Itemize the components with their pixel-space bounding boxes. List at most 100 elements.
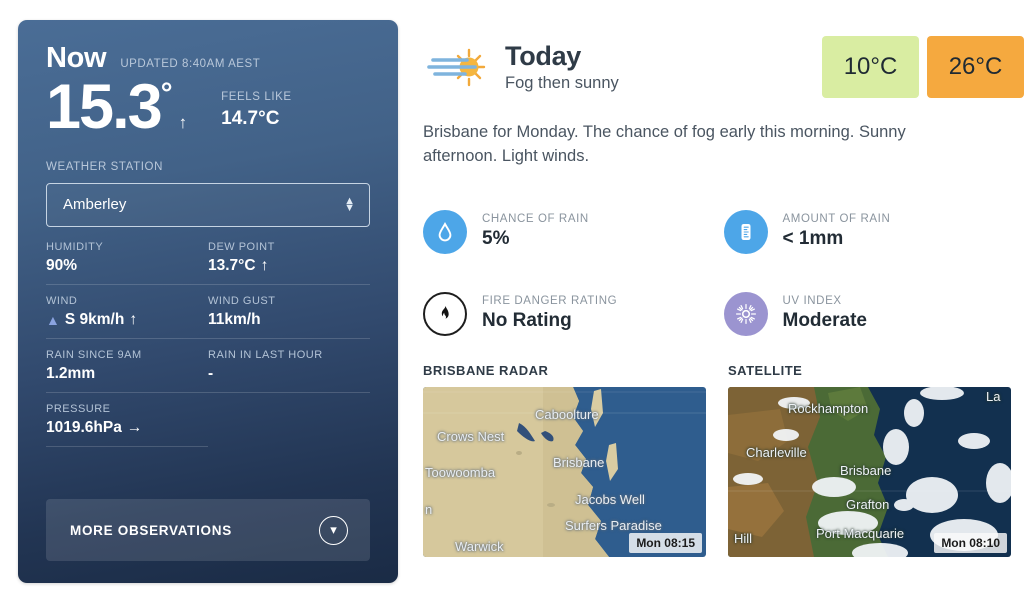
stat-value: 1.2mm — [46, 365, 190, 383]
map-place-label: Toowoomba — [425, 464, 496, 480]
radar-column: BRISBANE RADAR Caboolture Crows Nest Too… — [423, 363, 706, 557]
observation-stats-grid: HUMIDITY 90% DEW POINT 13.7°C ↑ WIND ▲ S… — [46, 241, 370, 457]
map-place-label: Charleville — [746, 444, 807, 460]
tile-value: 5% — [482, 228, 510, 249]
map-place-label: Caboolture — [535, 406, 599, 422]
map-place-label: Port Macquarie — [816, 525, 905, 541]
tile-text: FIRE DANGER RATING No Rating — [482, 295, 617, 332]
now-header: Now UPDATED 8:40AM AEST — [46, 42, 370, 75]
radar-thumbnail[interactable]: Caboolture Crows Nest Toowoomba Brisbane Jac… — [423, 386, 706, 557]
water-drop-icon — [423, 209, 467, 254]
map-thumbnails: BRISBANE RADAR Caboolture Crows Nest Too… — [423, 363, 1024, 557]
map-place-label: n — [425, 501, 433, 517]
stat-row: HUMIDITY 90% DEW POINT 13.7°C ↑ — [46, 241, 370, 295]
stat-value: 13.7°C ↑ — [208, 257, 352, 275]
stat-row: PRESSURE 1019.6hPa → — [46, 403, 370, 457]
tile-text: CHANCE OF RAIN 5% — [482, 213, 589, 250]
satellite-title: SATELLITE — [728, 362, 803, 378]
forecast-titles: Today Fog then sunny — [505, 41, 822, 93]
feels-like-value: 14.7°C — [221, 108, 280, 129]
stat-row: RAIN SINCE 9AM 1.2mm RAIN IN LAST HOUR - — [46, 349, 370, 403]
temperature-value: 15.3 — [46, 72, 163, 142]
stat-number: 1019.6hPa — [46, 418, 122, 436]
temperature-trend-arrow-icon: ↑ — [178, 113, 188, 132]
stat-number: - — [208, 364, 214, 382]
feels-like-label: FEELS LIKE — [221, 91, 292, 103]
stat-wind: WIND ▲ S 9km/h ↑ — [46, 295, 208, 339]
rain-gauge-icon — [723, 209, 768, 254]
forecast-header: Today Fog then sunny 10°C 26°C — [423, 34, 1024, 100]
map-place-label: Warwick — [455, 538, 504, 554]
tile-value: No Rating — [482, 310, 572, 331]
tile-value: Moderate — [782, 310, 867, 331]
now-title: Now — [46, 42, 107, 74]
tile-chance-of-rain: CHANCE OF RAIN 5% — [423, 191, 724, 273]
stat-label: DEW POINT — [208, 240, 275, 253]
stat-label: RAIN SINCE 9AM — [46, 348, 142, 361]
tile-uv-index: UV INDEX Moderate — [723, 273, 1024, 355]
stat-value: 90% — [46, 257, 190, 275]
stat-humidity: HUMIDITY 90% — [46, 241, 208, 285]
stat-number: 11km/h — [208, 310, 261, 328]
radar-title: BRISBANE RADAR — [423, 362, 549, 378]
map-place-label: Brisbane — [553, 454, 605, 470]
min-temp-badge: 10°C — [822, 36, 919, 98]
stat-label: RAIN IN LAST HOUR — [208, 348, 323, 361]
stat-number: 1.2mm — [46, 364, 96, 382]
chevron-down-icon: ▾ — [319, 515, 348, 545]
degree-symbol: ° — [160, 77, 173, 110]
tile-fire-danger-rating: FIRE DANGER RATING No Rating — [423, 273, 724, 355]
weather-station-label: WEATHER STATION — [46, 160, 163, 173]
tile-text: UV INDEX Moderate — [783, 295, 867, 332]
current-temperature-row: 15.3 ° ↑ FEELS LIKE 14.7°C — [46, 72, 370, 142]
stat-label: WIND — [46, 294, 78, 307]
fog-then-sunny-icon — [423, 41, 495, 93]
more-observations-button[interactable]: MORE OBSERVATIONS ▾ — [46, 499, 370, 561]
tile-value: < 1mm — [782, 228, 844, 249]
stat-value: ▲ S 9km/h ↑ — [46, 311, 190, 329]
current-observations-panel: Now UPDATED 8:40AM AEST 15.3 ° ↑ FEELS L… — [18, 20, 398, 583]
map-place-label: Crows Nest — [437, 428, 505, 444]
tile-amount-of-rain: AMOUNT OF RAIN < 1mm — [723, 191, 1024, 273]
map-place-label: Surfers Paradise — [565, 517, 662, 533]
stat-label: WIND GUST — [208, 294, 276, 307]
updated-timestamp: UPDATED 8:40AM AEST — [120, 58, 261, 70]
map-place-label: Jacobs Well — [575, 491, 645, 507]
stat-number: S 9km/h — [64, 310, 125, 328]
uv-sun-icon — [723, 291, 768, 336]
map-place-label: La — [986, 388, 1001, 404]
forecast-description: Brisbane for Monday. The chance of fog e… — [423, 123, 906, 166]
feels-like-block: FEELS LIKE 14.7°C — [221, 91, 292, 130]
stat-number: 13.7°C — [208, 256, 256, 274]
tile-label: CHANCE OF RAIN — [482, 213, 589, 225]
temperature-badges: 10°C 26°C — [822, 36, 1024, 98]
stat-pressure: PRESSURE 1019.6hPa → — [46, 403, 208, 447]
forecast-day-title: Today — [505, 41, 582, 71]
tile-label: UV INDEX — [782, 295, 842, 307]
stat-arrow-icon: ↑ — [260, 256, 269, 274]
select-chevrons-icon: ▲ ▼ — [344, 194, 355, 214]
stat-empty — [208, 403, 370, 457]
stat-value: 1019.6hPa → — [46, 419, 190, 437]
stat-arrow-icon: ↑ — [129, 310, 138, 328]
weather-station-select[interactable]: Amberley ▲ ▼ — [46, 182, 370, 227]
max-temp-badge: 26°C — [927, 36, 1024, 98]
radar-timestamp: Mon 08:15 — [629, 532, 702, 553]
flame-icon — [423, 291, 467, 336]
stat-value: - — [208, 365, 352, 383]
weather-page: Now UPDATED 8:40AM AEST 15.3 ° ↑ FEELS L… — [0, 0, 1024, 608]
stat-label: HUMIDITY — [46, 240, 104, 253]
tile-label: FIRE DANGER RATING — [482, 295, 618, 307]
map-place-label: Rockhampton — [788, 400, 869, 416]
tile-text: AMOUNT OF RAIN < 1mm — [783, 213, 891, 250]
stat-value: 11km/h — [208, 311, 352, 329]
satellite-thumbnail[interactable]: Rockhampton Charleville Brisbane Grafton Por… — [728, 386, 1011, 557]
stat-arrow-icon: → — [126, 418, 143, 436]
map-place-label: Hill — [734, 530, 753, 546]
stat-number: 90% — [46, 256, 78, 274]
tile-label: AMOUNT OF RAIN — [782, 213, 891, 225]
map-place-label: Grafton — [846, 496, 890, 512]
stat-row: WIND ▲ S 9km/h ↑ WIND GUST 11km/h — [46, 295, 370, 349]
stat-label: PRESSURE — [46, 402, 111, 415]
forecast-column: Today Fog then sunny 10°C 26°C Brisbane … — [423, 34, 1024, 557]
